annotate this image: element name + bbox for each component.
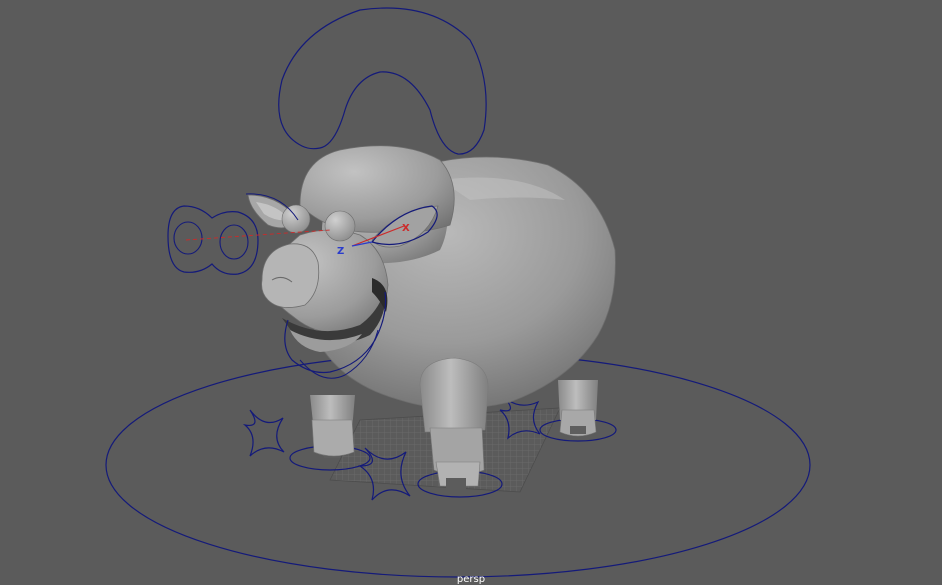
eye-target-right-ring[interactable] (219, 224, 249, 260)
sheep-muzzle (261, 243, 320, 308)
back-leg-right (558, 380, 598, 437)
pole-vector-control-left[interactable] (242, 409, 285, 457)
locator-x-label: X (402, 223, 410, 234)
camera-name-label: persp (456, 574, 486, 585)
sheep-rig-scene[interactable]: X Z (0, 0, 942, 585)
3d-viewport[interactable]: X Z persp (0, 0, 942, 585)
sheep-eye-left (281, 204, 311, 234)
front-leg-left (311, 419, 355, 457)
sheep-eye-right (324, 210, 356, 242)
locator-z-label: Z (337, 246, 344, 257)
eye-target-control[interactable] (167, 205, 259, 275)
head-control-curve[interactable] (278, 7, 487, 155)
eye-target-left-ring[interactable] (173, 221, 203, 255)
